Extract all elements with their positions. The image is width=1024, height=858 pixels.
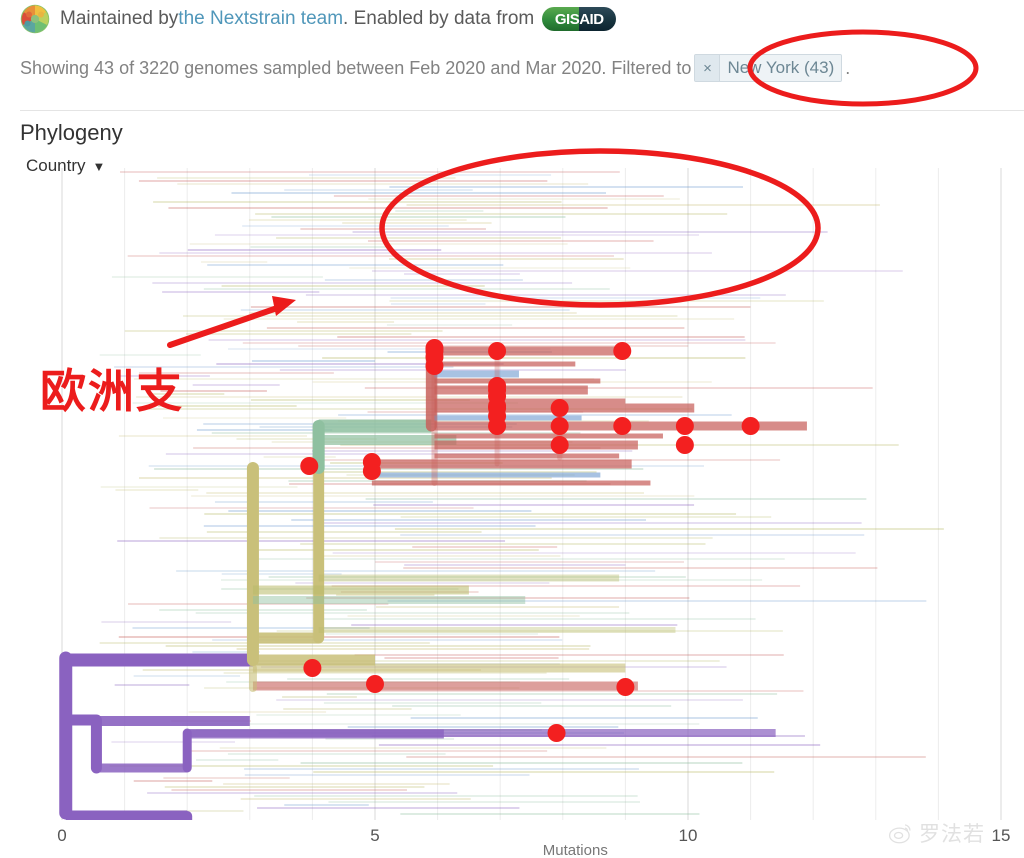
x-axis-label: Mutations [542,842,608,858]
filtered-tip-marker [300,457,319,475]
gisaid-logo-text: GISAID [554,10,604,28]
page-title: Phylogeny [20,120,123,145]
nextstrain-team-link[interactable]: the Nextstrain team [178,4,343,34]
x-tick-5: 5 [370,826,380,845]
x-tick-0: 0 [57,826,67,845]
showing-text-suffix: . [845,57,851,78]
filtered-tip-marker [488,407,507,425]
filtered-tip-marker [613,342,632,360]
page-header: Maintained by the Nextstrain team . Enab… [0,0,1024,40]
x-tick-10: 10 [678,826,698,845]
remove-filter-icon[interactable]: × [695,55,721,81]
weibo-watermark: 罗法若 [888,818,985,848]
maintained-suffix: . Enabled by data from [343,8,535,29]
nextstrain-logo-icon [20,4,50,34]
filtered-tip-marker [547,724,566,742]
showing-status-line: Showing 43 of 3220 genomes sampled betwe… [20,54,850,82]
watermark-text: 罗法若 [919,822,985,846]
filter-chip-label[interactable]: New York (43) [720,55,842,81]
maintained-prefix: Maintained by [60,8,179,29]
filtered-tip-marker [675,417,694,435]
filtered-tip-marker [366,675,384,693]
app-root: Maintained by the Nextstrain team . Enab… [0,0,1024,858]
x-tick-15: 15 [991,826,1011,845]
maintainer-line: Maintained by the Nextstrain team . Enab… [20,4,617,34]
header-divider [20,110,1024,111]
x-axis: 0 5 10 15 [0,820,1024,858]
filtered-tip-marker [488,342,507,360]
filtered-tip-marker [550,436,569,454]
filtered-tip-marker [303,659,322,677]
phylogeny-tree-panel[interactable] [0,168,1024,820]
filtered-tip-marker [613,417,632,435]
gisaid-logo-icon[interactable]: GISAID [542,7,617,31]
filtered-tip-marker [675,436,694,454]
showing-text: Showing 43 of 3220 genomes sampled betwe… [20,57,692,78]
filter-chip-new-york[interactable]: × New York (43) [694,54,843,82]
phylogeny-tree-svg [59,168,1002,820]
weibo-icon [888,824,911,844]
european-clade-caption: 欧洲支 [40,364,184,418]
filtered-tip-marker [425,357,444,375]
filtered-tip-marker [550,417,569,435]
filtered-tip-marker [550,399,569,417]
filtered-tip-marker [362,462,381,480]
filtered-tip-marker [616,678,635,696]
filtered-tip-marker [741,417,760,435]
